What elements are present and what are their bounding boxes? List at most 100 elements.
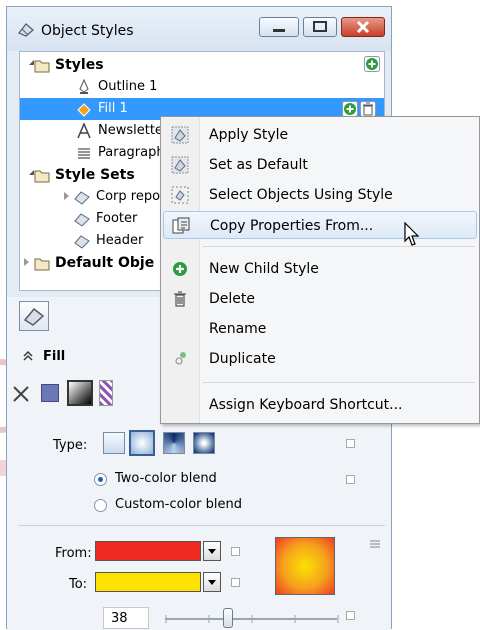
fountain-fill-icon[interactable]	[67, 380, 93, 406]
midpoint-value: 38	[111, 611, 128, 626]
no-fill-icon[interactable]	[11, 384, 31, 404]
menu-label: Copy Properties From...	[210, 218, 374, 234]
to-label: To:	[69, 577, 88, 592]
tree-label: Footer	[96, 211, 138, 226]
style-set-icon	[74, 235, 90, 249]
menu-label: New Child Style	[209, 261, 319, 277]
custom-color-blend-label: Custom-color blend	[115, 497, 242, 512]
menu-label: Assign Keyboard Shortcut...	[209, 397, 403, 413]
tree-item-outline-1[interactable]: Outline 1	[20, 76, 384, 98]
collapse-chevrons-icon	[23, 351, 33, 361]
midpoint-input[interactable]: 38	[103, 607, 149, 629]
tree-label: Corp repo	[96, 189, 161, 204]
fountain-preview	[275, 537, 335, 595]
to-color-dropdown[interactable]	[203, 572, 221, 592]
menu-item-copy-properties[interactable]: Copy Properties From...	[163, 211, 477, 239]
delete-icon	[174, 291, 186, 307]
type-override-checkbox[interactable]	[346, 439, 355, 448]
tree-label: Header	[96, 233, 144, 248]
add-child-icon[interactable]	[342, 101, 358, 117]
fill-header-label: Fill	[43, 349, 66, 364]
close-icon	[356, 20, 370, 34]
menu-item-new-child-style[interactable]: New Child Style	[163, 255, 477, 283]
custom-color-blend-radio[interactable]	[94, 499, 107, 512]
menu-separator	[203, 382, 475, 383]
object-styles-icon	[18, 23, 34, 37]
fountain-settings	[7, 423, 391, 630]
tree-label: Default Obje	[55, 255, 155, 271]
menu-label: Delete	[209, 291, 255, 307]
properties-scrollbar[interactable]	[367, 427, 383, 630]
tree-label: Newslette	[98, 123, 163, 138]
maximize-icon	[313, 21, 327, 32]
from-label: From:	[55, 546, 92, 561]
from-color-swatch[interactable]	[95, 541, 201, 561]
duplicate-icon	[175, 352, 186, 365]
menu-item-delete[interactable]: Delete	[163, 285, 477, 313]
menu-item-assign-shortcut[interactable]: Assign Keyboard Shortcut...	[163, 391, 477, 419]
menu-item-set-as-default[interactable]: Set as Default	[163, 151, 477, 179]
menu-item-rename[interactable]: Rename	[163, 315, 477, 343]
menu-label: Apply Style	[209, 127, 289, 143]
select-objects-icon	[171, 186, 189, 204]
tree-label: Styles	[55, 57, 104, 73]
add-style-icon[interactable]	[364, 56, 380, 72]
midpoint-slider-thumb[interactable]	[223, 608, 233, 628]
expand-triangle-icon[interactable]	[24, 60, 34, 65]
context-menu: Apply Style Set as Default Select Object…	[160, 116, 480, 424]
menu-label: Duplicate	[209, 351, 276, 367]
type-label: Type:	[53, 438, 88, 453]
two-color-blend-label: Two-color blend	[115, 471, 217, 486]
tree-label: Outline 1	[98, 79, 158, 94]
menu-item-apply-style[interactable]: Apply Style	[163, 121, 477, 149]
style-properties-button[interactable]	[19, 301, 49, 331]
close-button[interactable]	[341, 17, 385, 37]
docker-titlebar: Object Styles	[7, 7, 391, 51]
menu-separator	[203, 246, 475, 247]
from-override-checkbox[interactable]	[231, 547, 240, 556]
docker-title: Object Styles	[41, 23, 134, 39]
from-color-dropdown[interactable]	[203, 541, 221, 561]
blend-override-checkbox[interactable]	[346, 475, 355, 484]
to-override-checkbox[interactable]	[231, 578, 240, 587]
square-type-button[interactable]	[193, 432, 215, 454]
maximize-button[interactable]	[303, 17, 337, 37]
conical-type-button[interactable]	[163, 432, 185, 454]
delete-icon[interactable]	[360, 101, 376, 117]
folder-icon	[34, 60, 50, 73]
linear-type-button[interactable]	[103, 432, 125, 454]
apply-style-icon	[171, 126, 189, 144]
folder-icon	[34, 258, 50, 271]
divider	[19, 525, 385, 526]
menu-label: Select Objects Using Style	[209, 187, 393, 203]
uniform-fill-icon[interactable]	[41, 384, 59, 402]
collapse-triangle-icon[interactable]	[24, 258, 29, 266]
style-set-icon	[74, 191, 90, 205]
tree-label: Paragraph	[98, 145, 165, 160]
style-set-icon	[74, 213, 90, 227]
menu-item-select-objects[interactable]: Select Objects Using Style	[163, 181, 477, 209]
minimize-button[interactable]	[259, 17, 299, 37]
copy-properties-icon	[172, 217, 190, 234]
collapse-triangle-icon[interactable]	[64, 192, 69, 200]
outline-pen-icon	[79, 79, 89, 94]
expand-triangle-icon[interactable]	[24, 170, 34, 175]
menu-label: Rename	[209, 321, 267, 337]
pattern-fill-icon[interactable]	[99, 380, 113, 406]
two-color-blend-radio[interactable]	[94, 473, 107, 486]
slider-ticks	[165, 615, 339, 623]
object-styles-icon	[23, 307, 45, 326]
tree-item-styles[interactable]: Styles	[20, 54, 384, 76]
menu-label: Set as Default	[209, 157, 308, 173]
radial-type-button[interactable]	[129, 430, 155, 456]
scroll-grip-icon	[370, 540, 380, 548]
add-child-icon	[173, 262, 187, 276]
text-style-icon	[77, 123, 91, 139]
folder-icon	[34, 170, 50, 183]
fill-bucket-icon	[77, 103, 91, 117]
mouse-cursor-icon	[404, 222, 420, 246]
minimize-icon	[273, 29, 285, 32]
menu-item-duplicate[interactable]: Duplicate	[163, 345, 477, 373]
midpoint-override-checkbox[interactable]	[346, 611, 355, 620]
to-color-swatch[interactable]	[95, 572, 201, 592]
